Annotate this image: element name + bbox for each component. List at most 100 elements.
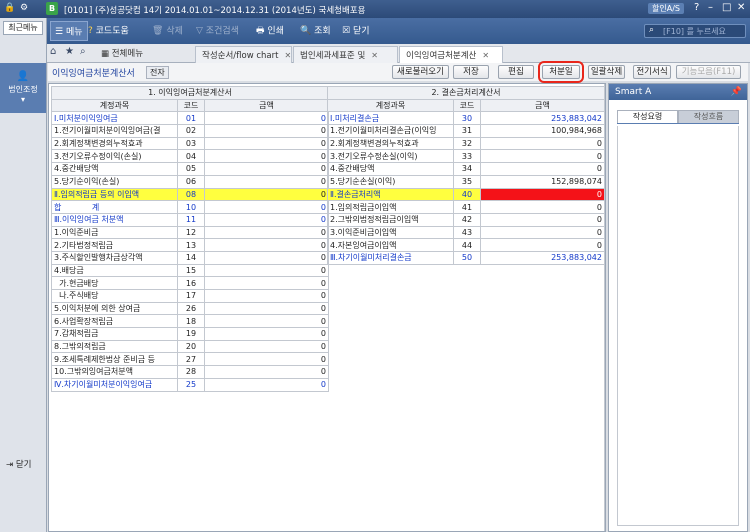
code-cell[interactable]: 32 bbox=[453, 136, 481, 151]
lookup-button[interactable]: 🔍 조회 bbox=[300, 22, 331, 40]
table-row[interactable]: 2.기타법정적립금 13 0 bbox=[51, 238, 329, 252]
code-cell[interactable]: 26 bbox=[177, 301, 205, 316]
amount-cell[interactable]: 0 bbox=[204, 377, 329, 392]
reload-button[interactable]: 새로불러오기 bbox=[392, 65, 449, 79]
code-cell[interactable]: 43 bbox=[453, 225, 481, 240]
amount-cell[interactable]: 253,883,042 bbox=[480, 250, 605, 265]
account-cell[interactable]: 2.그밖의법정적립금이입액 bbox=[327, 212, 454, 227]
amount-cell[interactable]: 0 bbox=[204, 339, 329, 354]
account-cell[interactable]: 2.기타법정적립금 bbox=[51, 238, 178, 252]
account-cell[interactable]: 4.자본잉여금이입액 bbox=[327, 238, 454, 252]
save-button[interactable]: 저장 bbox=[453, 65, 489, 79]
amount-cell[interactable]: 0 bbox=[204, 263, 329, 278]
close-tab-icon[interactable]: ✕ bbox=[371, 51, 378, 60]
amount-cell[interactable]: 0 bbox=[204, 314, 329, 329]
table-row[interactable]: 4.중간배당액 05 0 bbox=[51, 162, 329, 176]
amount-cell[interactable]: 0 bbox=[204, 276, 329, 290]
code-cell[interactable]: 50 bbox=[453, 250, 481, 265]
tab-flow[interactable]: 작성흐름 bbox=[678, 110, 739, 123]
table-row[interactable]: 3.주식할인발행차금상각액 14 0 bbox=[51, 250, 329, 265]
code-cell[interactable]: 04 bbox=[177, 149, 205, 164]
table-row[interactable]: 2.그밖의법정적립금이입액 42 0 bbox=[327, 212, 605, 227]
amount-cell[interactable]: 0 bbox=[480, 149, 605, 164]
account-cell[interactable]: 8.그밖의적립금 bbox=[51, 339, 178, 354]
amount-cell[interactable]: 0 bbox=[204, 136, 329, 151]
code-cell[interactable]: 33 bbox=[453, 149, 481, 164]
amount-cell[interactable]: 0 bbox=[480, 238, 605, 252]
tab-all-menu[interactable]: ▦ 전체메뉴 bbox=[95, 46, 203, 63]
amount-cell[interactable]: 0 bbox=[204, 289, 329, 303]
home-icon[interactable]: ⌂ bbox=[50, 46, 56, 57]
table-row[interactable]: Ⅱ.임의적립금 등의 이입액 08 0 bbox=[51, 187, 329, 202]
table-row[interactable]: Ⅲ.이익잉여금 처분액 11 0 bbox=[51, 212, 329, 227]
tab-retained-earnings[interactable]: 이익잉여금처분계산 ✕ bbox=[399, 46, 503, 63]
star-icon[interactable]: ★ bbox=[65, 46, 74, 57]
table-row[interactable]: 3.전기오류수정손실(이익) 33 0 bbox=[327, 149, 605, 164]
amount-cell[interactable]: 0 bbox=[204, 352, 329, 367]
account-cell[interactable]: 3.전기오류수정이익(손실) bbox=[51, 149, 178, 164]
code-cell[interactable]: 42 bbox=[453, 212, 481, 227]
functions-dropdown[interactable]: 기능모음(F11) bbox=[676, 65, 741, 79]
account-cell[interactable]: 1.전기이월미처리결손금(이익잉 bbox=[327, 124, 454, 138]
bulk-delete-button[interactable]: 일괄삭제 bbox=[588, 65, 625, 79]
tab-guide[interactable]: 작성요령 bbox=[617, 110, 678, 123]
account-cell[interactable]: 2.회계정책변경의누적효과 bbox=[327, 136, 454, 151]
account-cell[interactable]: 4.중간배당액 bbox=[51, 162, 178, 176]
code-cell[interactable]: 27 bbox=[177, 352, 205, 367]
code-cell[interactable]: 02 bbox=[177, 124, 205, 138]
search-icon[interactable]: ⌕ bbox=[80, 46, 86, 57]
table-row[interactable]: 4.중간배당액 34 0 bbox=[327, 162, 605, 176]
table-row[interactable]: 10.그밖의잉여금처분액 28 0 bbox=[51, 365, 329, 379]
table-row[interactable]: 7.감채적립금 19 0 bbox=[51, 327, 329, 341]
tab-flow-chart[interactable]: 작성순서/flow chart ✕ bbox=[195, 46, 292, 63]
table-row[interactable]: Ⅱ.결손금처리액 40 0 bbox=[327, 187, 605, 202]
recent-menu-button[interactable]: 최근메뉴 bbox=[3, 21, 43, 35]
table-row[interactable]: 1.임의적립금이입액 41 0 bbox=[327, 200, 605, 214]
tab-tax-base[interactable]: 법인세과세표준 및 ✕ bbox=[293, 46, 398, 63]
table-row[interactable]: 합 계 10 0 bbox=[51, 200, 329, 214]
table-row[interactable]: 6.사업확장적립금 18 0 bbox=[51, 314, 329, 329]
table-row[interactable]: 3.전기오류수정이익(손실) 04 0 bbox=[51, 149, 329, 164]
account-cell[interactable]: Ⅱ.임의적립금 등의 이입액 bbox=[51, 187, 178, 202]
code-cell[interactable]: 20 bbox=[177, 339, 205, 354]
account-cell[interactable]: Ⅲ.차기이월미처리결손금 bbox=[327, 250, 454, 265]
nav-close-button[interactable]: ⇥ 닫기 bbox=[6, 458, 31, 470]
close-window-button[interactable]: ☒ 닫기 bbox=[342, 22, 370, 40]
code-cell[interactable]: 03 bbox=[177, 136, 205, 151]
account-cell[interactable]: Ⅲ.이익잉여금 처분액 bbox=[51, 212, 178, 227]
account-cell[interactable]: 1.이익준비금 bbox=[51, 225, 178, 240]
table-row[interactable]: 5.당기순이익(손실) 06 0 bbox=[51, 174, 329, 189]
amount-cell[interactable]: 152,898,074 bbox=[480, 174, 605, 189]
code-cell[interactable]: 14 bbox=[177, 250, 205, 265]
close-tab-icon[interactable]: ✕ bbox=[482, 51, 489, 60]
code-cell[interactable]: 44 bbox=[453, 238, 481, 252]
table-row[interactable]: 1.전기이월미처리결손금(이익잉 31 100,984,968 bbox=[327, 124, 605, 138]
account-cell[interactable]: 7.감채적립금 bbox=[51, 327, 178, 341]
code-cell[interactable]: 11 bbox=[177, 212, 205, 227]
account-cell[interactable]: 3.이익준비금이입액 bbox=[327, 225, 454, 240]
code-cell[interactable]: 31 bbox=[453, 124, 481, 138]
account-cell[interactable]: Ⅰ.미처리결손금 bbox=[327, 111, 454, 126]
code-cell[interactable]: 35 bbox=[453, 174, 481, 189]
code-cell[interactable]: 10 bbox=[177, 200, 205, 214]
amount-cell[interactable]: 0 bbox=[204, 250, 329, 265]
amount-cell[interactable]: 0 bbox=[204, 187, 329, 202]
amount-cell[interactable]: 0 bbox=[480, 136, 605, 151]
account-cell[interactable]: 합 계 bbox=[51, 200, 178, 214]
table-row[interactable]: 2.회계정책변경의누적효과 03 0 bbox=[51, 136, 329, 151]
account-cell[interactable]: Ⅱ.결손금처리액 bbox=[327, 187, 454, 202]
maximize-icon[interactable]: □ bbox=[722, 2, 731, 13]
code-cell[interactable]: 30 bbox=[453, 111, 481, 126]
code-cell[interactable]: 15 bbox=[177, 263, 205, 278]
account-cell[interactable]: Ⅳ.차기이월미처분이익잉여금 bbox=[51, 377, 178, 392]
delete-button[interactable]: 🗑 삭제 bbox=[152, 22, 183, 40]
code-cell[interactable]: 05 bbox=[177, 162, 205, 176]
code-cell[interactable]: 01 bbox=[177, 111, 205, 126]
close-icon[interactable]: ✕ bbox=[737, 2, 745, 13]
table-row[interactable]: 5.당기순손실(이익) 35 152,898,074 bbox=[327, 174, 605, 189]
edit-button[interactable]: 편집 bbox=[498, 65, 534, 79]
code-cell[interactable]: 40 bbox=[453, 187, 481, 202]
amount-cell[interactable]: 253,883,042 bbox=[480, 111, 605, 126]
code-cell[interactable]: 34 bbox=[453, 162, 481, 176]
table-row[interactable]: 3.이익준비금이입액 43 0 bbox=[327, 225, 605, 240]
